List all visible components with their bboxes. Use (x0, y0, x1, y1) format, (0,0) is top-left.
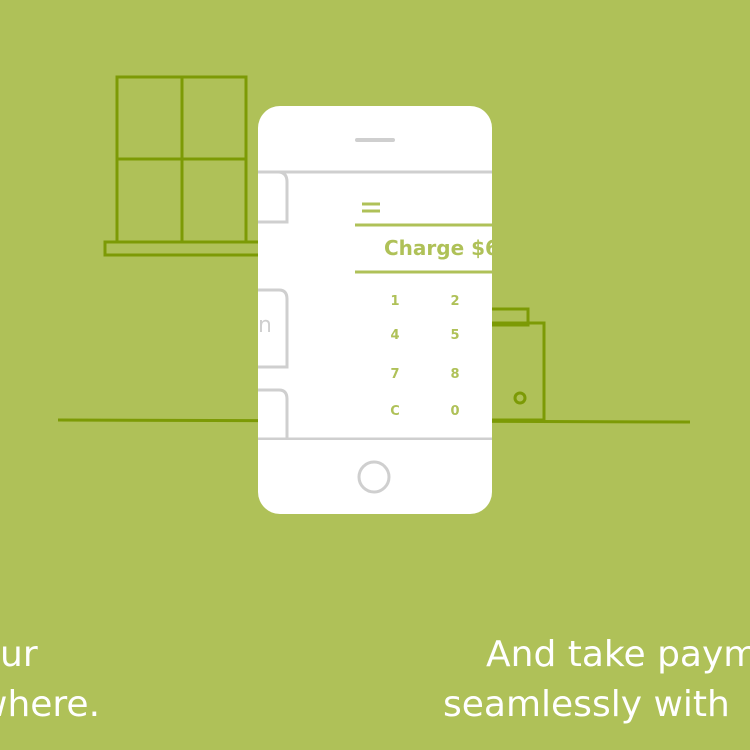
caption-left: our where. (0, 630, 100, 730)
keypad-key-0[interactable]: 0 (440, 404, 470, 420)
phone-body (258, 106, 492, 514)
slide: n Charge $60 1 2 4 5 7 8 C 0 our where. … (0, 0, 750, 750)
keypad-key-5[interactable]: 5 (440, 328, 470, 344)
keypad-key-8[interactable]: 8 (440, 367, 470, 383)
side-card-text: n (258, 314, 270, 338)
keypad-key-4[interactable]: 4 (380, 328, 410, 344)
keypad-key-2[interactable]: 2 (440, 294, 470, 310)
caption-right-line-2: seamlessly with (443, 684, 730, 725)
keypad-key-1[interactable]: 1 (380, 294, 410, 310)
phone (258, 106, 492, 514)
keypad-key-clear[interactable]: C (380, 404, 410, 420)
caption-left-line-1: our (0, 634, 38, 675)
caption-right-line-1: And take paym (486, 634, 750, 675)
keypad-key-7[interactable]: 7 (380, 367, 410, 383)
caption-left-line-2: where. (0, 684, 101, 725)
charge-button[interactable]: Charge $60 (384, 234, 492, 262)
caption-right: And take paym seamlessly with (443, 630, 750, 730)
